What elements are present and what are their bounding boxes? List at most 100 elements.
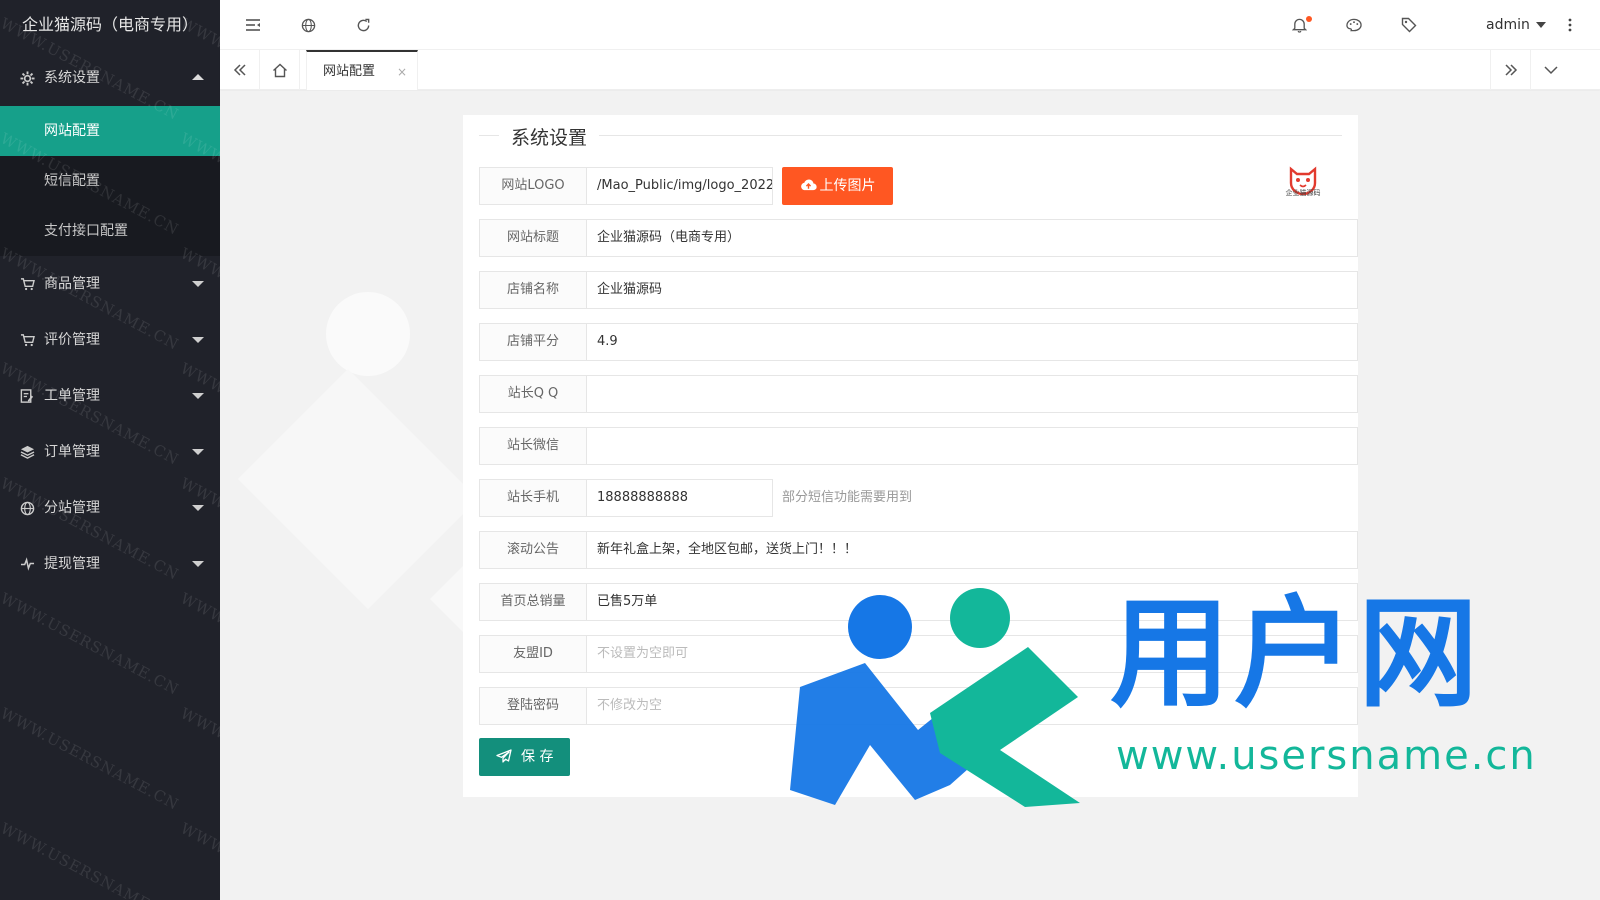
bell-icon[interactable] [1284, 0, 1314, 50]
save-button-label: 保 存 [521, 749, 554, 765]
chevron-down-icon [192, 449, 204, 455]
form-row-alliance-id: 友盟ID 不设置为空即可 [479, 635, 1358, 673]
tabs-menu-chevron-down-icon[interactable] [1530, 50, 1570, 90]
username: admin [1486, 17, 1530, 33]
tabs-bar: 网站配置 × [220, 50, 1600, 90]
site-title-input[interactable]: 企业猫源码（电商专用） [586, 219, 1358, 257]
top-header: admin [220, 0, 1600, 50]
cart-icon [19, 312, 35, 368]
sidebar-group-orders[interactable]: 订单管理 [0, 424, 220, 480]
refresh-icon[interactable] [348, 0, 378, 50]
chevron-down-icon [192, 561, 204, 567]
sidebar-group-products[interactable]: 商品管理 [0, 256, 220, 312]
chevron-down-icon [192, 281, 204, 287]
section-title: 系统设置 [499, 123, 600, 150]
watermark-text: WWW.USERSNAME.CN [0, 819, 183, 900]
caret-down-icon [1535, 22, 1546, 28]
chevron-down-icon [192, 337, 204, 343]
total-sales-label: 首页总销量 [479, 583, 587, 621]
sidebar-group-withdrawals[interactable]: 提现管理 [0, 536, 220, 592]
section-header: 系统设置 [479, 123, 1342, 153]
tag-icon[interactable] [1394, 0, 1424, 50]
owner-qq-label: 站长Q Q [479, 375, 587, 413]
sidebar-group-substations[interactable]: 分站管理 [0, 480, 220, 536]
close-icon[interactable]: × [397, 52, 407, 92]
logo-preview-image: 企业猫源码 [1283, 163, 1323, 203]
sidebar-group-label: 商品管理 [44, 276, 100, 292]
alliance-id-input[interactable]: 不设置为空即可 [586, 635, 1358, 673]
notice-label: 滚动公告 [479, 531, 587, 569]
logo-label: 网站LOGO [479, 167, 587, 205]
form-row-site-title: 网站标题 企业猫源码（电商专用） [479, 219, 1358, 257]
sidebar-submenu-system-settings: 网站配置 短信配置 支付接口配置 [0, 106, 220, 256]
watermark-text: WWW.USERSNAME.CN [177, 819, 220, 900]
login-password-label: 登陆密码 [479, 687, 587, 725]
send-icon [495, 749, 521, 765]
form-row-logo: 网站LOGO /Mao_Public/img/logo_2022( 上传图片 [479, 167, 1358, 205]
sidebar: 企业猫源码（电商专用） 系统设置 网站配置 短信配置 支付接口配置 商品管理 评… [0, 0, 220, 900]
watermark-text: WWW.USERSNAME.CN [0, 589, 183, 699]
watermark-text: WWW.USERSNAME.CN [177, 704, 220, 814]
login-password-input[interactable]: 不修改为空 [586, 687, 1358, 725]
settings-card: 系统设置 网站LOGO /Mao_Public/img/logo_2022( 上… [463, 115, 1358, 797]
form-row-shop-name: 店铺名称 企业猫源码 [479, 271, 1358, 309]
form-row-owner-qq: 站长Q Q [479, 375, 1358, 413]
site-title-label: 网站标题 [479, 219, 587, 257]
owner-wechat-input[interactable] [586, 427, 1358, 465]
sidebar-group-label: 评价管理 [44, 332, 100, 348]
form-row-notice: 滚动公告 新年礼盒上架，全地区包邮，送货上门！！！ [479, 531, 1358, 569]
sidebar-group-label: 订单管理 [44, 444, 100, 460]
shop-name-label: 店铺名称 [479, 271, 587, 309]
watermark-text: WWW.USERSNAME.CN [177, 589, 220, 699]
sidebar-group-reviews[interactable]: 评价管理 [0, 312, 220, 368]
shop-rating-input[interactable]: 4.9 [586, 323, 1358, 361]
owner-qq-input[interactable] [586, 375, 1358, 413]
tabs-scroll-right-icon[interactable] [1490, 50, 1530, 90]
cloud-upload-icon [800, 167, 817, 205]
user-menu[interactable]: admin [1486, 0, 1546, 50]
tabs-scroll-left-icon[interactable] [220, 50, 260, 90]
sidebar-item-payment-config[interactable]: 支付接口配置 [0, 206, 220, 256]
form-row-shop-rating: 店铺平分 4.9 [479, 323, 1358, 361]
ticket-icon [19, 368, 35, 424]
alliance-id-label: 友盟ID [479, 635, 587, 673]
sidebar-item-site-config[interactable]: 网站配置 [0, 106, 220, 156]
save-button[interactable]: 保 存 [479, 738, 570, 776]
theme-icon[interactable] [1339, 0, 1369, 50]
globe-icon[interactable] [293, 0, 323, 50]
upload-button-label: 上传图片 [819, 178, 876, 194]
home-icon[interactable] [260, 50, 300, 90]
divider [479, 135, 1342, 136]
chevron-down-icon [192, 393, 204, 399]
sidebar-item-sms-config[interactable]: 短信配置 [0, 156, 220, 206]
sidebar-group-label: 分站管理 [44, 500, 100, 516]
owner-phone-input[interactable]: 18888888888 [586, 479, 773, 517]
total-sales-input[interactable]: 已售5万单 [586, 583, 1358, 621]
more-vertical-icon[interactable] [1555, 0, 1585, 50]
form-row-owner-phone: 站长手机 18888888888 部分短信功能需要用到 [479, 479, 1358, 517]
sidebar-group-label: 工单管理 [44, 388, 100, 404]
sidebar-group-system-settings[interactable]: 系统设置 [0, 50, 220, 106]
main-content: 系统设置 网站LOGO /Mao_Public/img/logo_2022( 上… [220, 91, 1600, 900]
upload-image-button[interactable]: 上传图片 [782, 167, 893, 205]
tab-site-config[interactable]: 网站配置 × [306, 50, 418, 90]
sidebar-group-label: 提现管理 [44, 556, 100, 572]
logo-path-input[interactable]: /Mao_Public/img/logo_2022( [586, 167, 773, 205]
shop-name-input[interactable]: 企业猫源码 [586, 271, 1358, 309]
form-row-total-sales: 首页总销量 已售5万单 [479, 583, 1358, 621]
cart-icon [19, 256, 35, 312]
sidebar-group-tickets[interactable]: 工单管理 [0, 368, 220, 424]
notice-input[interactable]: 新年礼盒上架，全地区包邮，送货上门！！！ [586, 531, 1358, 569]
chevron-down-icon [192, 505, 204, 511]
form-row-owner-wechat: 站长微信 [479, 427, 1358, 465]
owner-wechat-label: 站长微信 [479, 427, 587, 465]
layers-icon [19, 424, 35, 480]
gear-icon [19, 50, 35, 106]
globe-icon [19, 480, 35, 536]
watermark-text: WWW.USERSNAME.CN [0, 704, 183, 814]
pulse-icon [19, 536, 35, 592]
owner-phone-label: 站长手机 [479, 479, 587, 517]
chevron-up-icon [192, 74, 204, 80]
notification-dot [1306, 16, 1312, 22]
menu-shrink-icon[interactable] [238, 0, 268, 50]
